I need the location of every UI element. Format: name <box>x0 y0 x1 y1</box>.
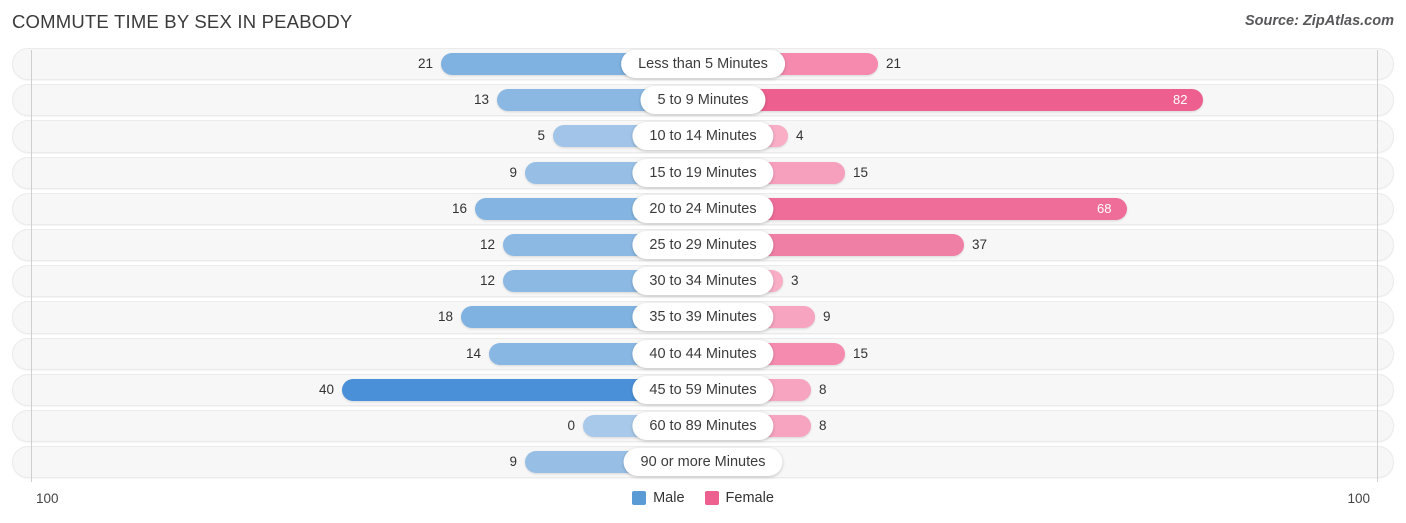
value-label-male: 18 <box>437 309 453 325</box>
category-label-pill: 10 to 14 Minutes <box>632 122 774 151</box>
row-bars: 21 21 Less than 5 Minutes <box>0 46 1406 82</box>
legend-item-male[interactable]: Male <box>632 490 685 506</box>
row-bars: 9090 or more Minutes <box>0 444 1406 480</box>
legend-label: Female <box>725 490 774 506</box>
chart-row: 9 15 15 to 19 Minutes <box>0 155 1406 191</box>
axis-line-right <box>1377 50 1378 482</box>
page-title: COMMUTE TIME BY SEX IN PEABODY <box>12 11 353 32</box>
axis-line-left <box>31 50 32 482</box>
chart-row: 12 37 25 to 29 Minutes <box>0 227 1406 263</box>
row-bars: 5 4 10 to 14 Minutes <box>0 118 1406 154</box>
bar-female[interactable] <box>703 89 1203 112</box>
row-bars: 40 8 45 to 59 Minutes <box>0 372 1406 408</box>
category-label-pill: Less than 5 Minutes <box>621 50 785 78</box>
chart-row: 14 15 40 to 44 Minutes <box>0 336 1406 372</box>
value-label-female: 15 <box>853 164 869 180</box>
chart-row: 13 82 5 to 9 Minutes <box>0 82 1406 118</box>
category-label-pill: 15 to 19 Minutes <box>632 158 774 187</box>
legend-item-female[interactable]: Female <box>704 490 774 506</box>
row-bars: 9 15 15 to 19 Minutes <box>0 155 1406 191</box>
value-label-male: 16 <box>451 200 467 216</box>
legend-label: Male <box>653 490 685 506</box>
value-label-female: 8 <box>819 381 827 397</box>
category-label-pill: 60 to 89 Minutes <box>632 411 774 440</box>
value-label-male: 5 <box>537 128 545 144</box>
value-label-male: 9 <box>509 164 517 180</box>
chart-row: 5 4 10 to 14 Minutes <box>0 118 1406 154</box>
value-label-male: 12 <box>479 236 495 252</box>
value-label-female: 68 <box>1097 200 1112 216</box>
category-label-pill: 40 to 44 Minutes <box>632 339 774 368</box>
value-label-male: 40 <box>318 381 334 397</box>
chart-header: COMMUTE TIME BY SEX IN PEABODY Source: Z… <box>0 0 1406 46</box>
value-label-female: 21 <box>886 56 902 71</box>
row-bars: 16 68 20 to 24 Minutes <box>0 191 1406 227</box>
category-label-pill: 30 to 34 Minutes <box>632 267 774 296</box>
value-label-male: 9 <box>509 454 517 470</box>
chart-row: 9090 or more Minutes <box>0 444 1406 480</box>
value-label-female: 8 <box>819 417 827 433</box>
value-label-female: 15 <box>853 345 869 361</box>
value-label-female: 37 <box>972 236 988 252</box>
value-label-female: 9 <box>823 309 831 325</box>
chart-footer: 100 100 Male Female <box>0 486 1406 523</box>
category-label-pill: 5 to 9 Minutes <box>640 86 766 115</box>
chart-row: 21 21 Less than 5 Minutes <box>0 46 1406 82</box>
value-label-male: 0 <box>567 417 575 433</box>
chart-row: 12 3 30 to 34 Minutes <box>0 263 1406 299</box>
value-label-male: 14 <box>465 345 481 361</box>
category-label-pill: 35 to 39 Minutes <box>632 303 774 332</box>
chart-legend: Male Female <box>0 490 1406 506</box>
source-attribution: Source: ZipAtlas.com <box>1244 13 1394 29</box>
row-bars: 12 37 25 to 29 Minutes <box>0 227 1406 263</box>
row-bars: 0 8 60 to 89 Minutes <box>0 408 1406 444</box>
row-bars: 18 9 35 to 39 Minutes <box>0 299 1406 335</box>
chart-row: 0 8 60 to 89 Minutes <box>0 408 1406 444</box>
value-label-female: 3 <box>791 273 799 289</box>
chart-plot-area: 21 21 Less than 5 Minutes 13 82 5 to 9 Minute… <box>0 46 1406 486</box>
legend-swatch-male <box>632 491 647 505</box>
chart-row: 16 68 20 to 24 Minutes <box>0 191 1406 227</box>
legend-swatch-female <box>704 491 719 505</box>
row-bars: 14 15 40 to 44 Minutes <box>0 336 1406 372</box>
value-label-male: 13 <box>473 92 489 108</box>
chart-page: COMMUTE TIME BY SEX IN PEABODY Source: Z… <box>0 0 1406 523</box>
row-bars: 12 3 30 to 34 Minutes <box>0 263 1406 299</box>
chart-row: 40 8 45 to 59 Minutes <box>0 372 1406 408</box>
value-label-female: 82 <box>1173 92 1188 108</box>
category-label-pill: 45 to 59 Minutes <box>632 375 774 404</box>
value-label-female: 4 <box>796 128 804 144</box>
chart-row: 18 9 35 to 39 Minutes <box>0 299 1406 335</box>
value-label-male: 12 <box>479 273 495 289</box>
category-label-pill: 90 or more Minutes <box>623 448 783 477</box>
category-label-pill: 20 to 24 Minutes <box>632 194 774 223</box>
row-bars: 13 82 5 to 9 Minutes <box>0 82 1406 118</box>
category-label-pill: 25 to 29 Minutes <box>632 230 774 259</box>
value-label-male: 21 <box>417 56 433 71</box>
